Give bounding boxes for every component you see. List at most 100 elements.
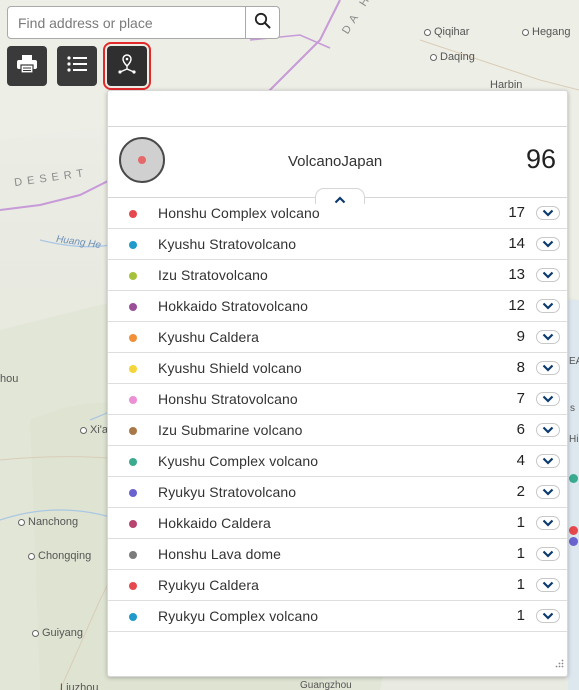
category-label: Hokkaido Stratovolcano	[158, 298, 309, 314]
category-label: Honshu Complex volcano	[158, 205, 320, 221]
map-label-qiqihar: Qiqihar	[424, 26, 469, 38]
category-count: 1	[516, 607, 525, 624]
search-input[interactable]	[8, 7, 246, 38]
category-count: 14	[508, 235, 525, 252]
category-count: 4	[516, 452, 525, 469]
map-label-hou: hou	[0, 373, 19, 385]
category-count: 7	[516, 390, 525, 407]
print-button[interactable]	[7, 46, 47, 86]
category-label: Kyushu Caldera	[158, 329, 260, 345]
category-color-dot	[129, 458, 137, 466]
summary-row: VolcanoJapan 96	[108, 127, 567, 204]
category-color-dot	[129, 365, 137, 373]
expand-button[interactable]	[536, 237, 560, 251]
layer-title: VolcanoJapan	[288, 153, 383, 170]
category-row[interactable]: Honshu Stratovolcano 7	[108, 384, 567, 415]
category-row[interactable]: Hokkaido Caldera 1	[108, 508, 567, 539]
search-button[interactable]	[245, 7, 279, 38]
chevron-down-icon	[542, 297, 554, 315]
chevron-down-icon	[542, 204, 554, 222]
category-count: 9	[516, 328, 525, 345]
category-row[interactable]: Izu Stratovolcano 13	[108, 260, 567, 291]
category-color-dot	[129, 241, 137, 249]
expand-button[interactable]	[536, 485, 560, 499]
category-color-dot	[129, 303, 137, 311]
category-label: Ryukyu Stratovolcano	[158, 484, 297, 500]
resize-handle[interactable]	[555, 655, 564, 673]
map-volcano-point[interactable]	[569, 474, 578, 483]
category-row[interactable]: Kyushu Shield volcano 8	[108, 353, 567, 384]
map-label-xian: Xi'a	[80, 424, 108, 436]
category-count: 1	[516, 514, 525, 531]
print-icon	[16, 54, 38, 79]
category-color-dot	[129, 551, 137, 559]
location-pin-network-icon	[116, 53, 138, 80]
chevron-down-icon	[542, 390, 554, 408]
category-row[interactable]: Kyushu Stratovolcano 14	[108, 229, 567, 260]
chevron-down-icon	[542, 483, 554, 501]
layer-symbol-dot	[138, 156, 146, 164]
chevron-down-icon	[542, 328, 554, 346]
cluster-summary-panel: VolcanoJapan 96 Honshu Complex volcano 17…	[107, 90, 568, 677]
map-volcano-point[interactable]	[569, 537, 578, 546]
layer-list-button[interactable]	[57, 46, 97, 86]
panel-header	[108, 91, 567, 127]
category-count: 1	[516, 576, 525, 593]
expand-button[interactable]	[536, 330, 560, 344]
expand-button[interactable]	[536, 268, 560, 282]
expand-button[interactable]	[536, 547, 560, 561]
list-icon	[66, 54, 88, 79]
map-label-guangzhou: Guangzhou	[300, 680, 352, 690]
category-label: Honshu Stratovolcano	[158, 391, 298, 407]
category-row[interactable]: Honshu Lava dome 1	[108, 539, 567, 570]
chevron-down-icon	[542, 235, 554, 253]
category-label: Izu Stratovolcano	[158, 267, 268, 283]
category-color-dot	[129, 210, 137, 218]
category-row[interactable]: Ryukyu Caldera 1	[108, 570, 567, 601]
chevron-down-icon	[542, 607, 554, 625]
category-row[interactable]: Kyushu Caldera 9	[108, 322, 567, 353]
category-color-dot	[129, 489, 137, 497]
category-label: Ryukyu Caldera	[158, 577, 259, 593]
map-label-edge-s: s	[570, 403, 575, 414]
category-color-dot	[129, 520, 137, 528]
category-count: 6	[516, 421, 525, 438]
cluster-summary-button[interactable]	[103, 42, 151, 90]
chevron-down-icon	[542, 359, 554, 377]
expand-button[interactable]	[536, 392, 560, 406]
expand-button[interactable]	[536, 454, 560, 468]
expand-button[interactable]	[536, 609, 560, 623]
category-color-dot	[129, 334, 137, 342]
category-row[interactable]: Ryukyu Stratovolcano 2	[108, 477, 567, 508]
map-label-hegang: Hegang	[522, 26, 571, 38]
expand-button[interactable]	[536, 361, 560, 375]
expand-button[interactable]	[536, 516, 560, 530]
expand-button[interactable]	[536, 423, 560, 437]
search-widget	[7, 6, 280, 39]
category-count: 8	[516, 359, 525, 376]
category-count: 1	[516, 545, 525, 562]
map-volcano-point[interactable]	[569, 526, 578, 535]
map-label-nanchong: Nanchong	[18, 516, 78, 528]
category-label: Izu Submarine volcano	[158, 422, 303, 438]
expand-button[interactable]	[536, 578, 560, 592]
map-label-daqing: Daqing	[430, 51, 475, 63]
layer-symbol	[119, 137, 165, 183]
chevron-down-icon	[542, 421, 554, 439]
expand-button[interactable]	[536, 206, 560, 220]
category-count: 12	[508, 297, 525, 314]
category-row[interactable]: Honshu Complex volcano 17	[108, 198, 567, 229]
category-label: Hokkaido Caldera	[158, 515, 271, 531]
category-row[interactable]: Izu Submarine volcano 6	[108, 415, 567, 446]
category-count: 17	[508, 204, 525, 221]
category-row[interactable]: Kyushu Complex volcano 4	[108, 446, 567, 477]
category-color-dot	[129, 272, 137, 280]
category-row[interactable]: Ryukyu Complex volcano 1	[108, 601, 567, 632]
chevron-down-icon	[542, 266, 554, 284]
map-label-guiyang: Guiyang	[32, 627, 83, 639]
category-list: Honshu Complex volcano 17 Kyushu Stratovol…	[108, 198, 567, 632]
category-label: Kyushu Shield volcano	[158, 360, 302, 376]
chevron-down-icon	[542, 452, 554, 470]
expand-button[interactable]	[536, 299, 560, 313]
category-row[interactable]: Hokkaido Stratovolcano 12	[108, 291, 567, 322]
